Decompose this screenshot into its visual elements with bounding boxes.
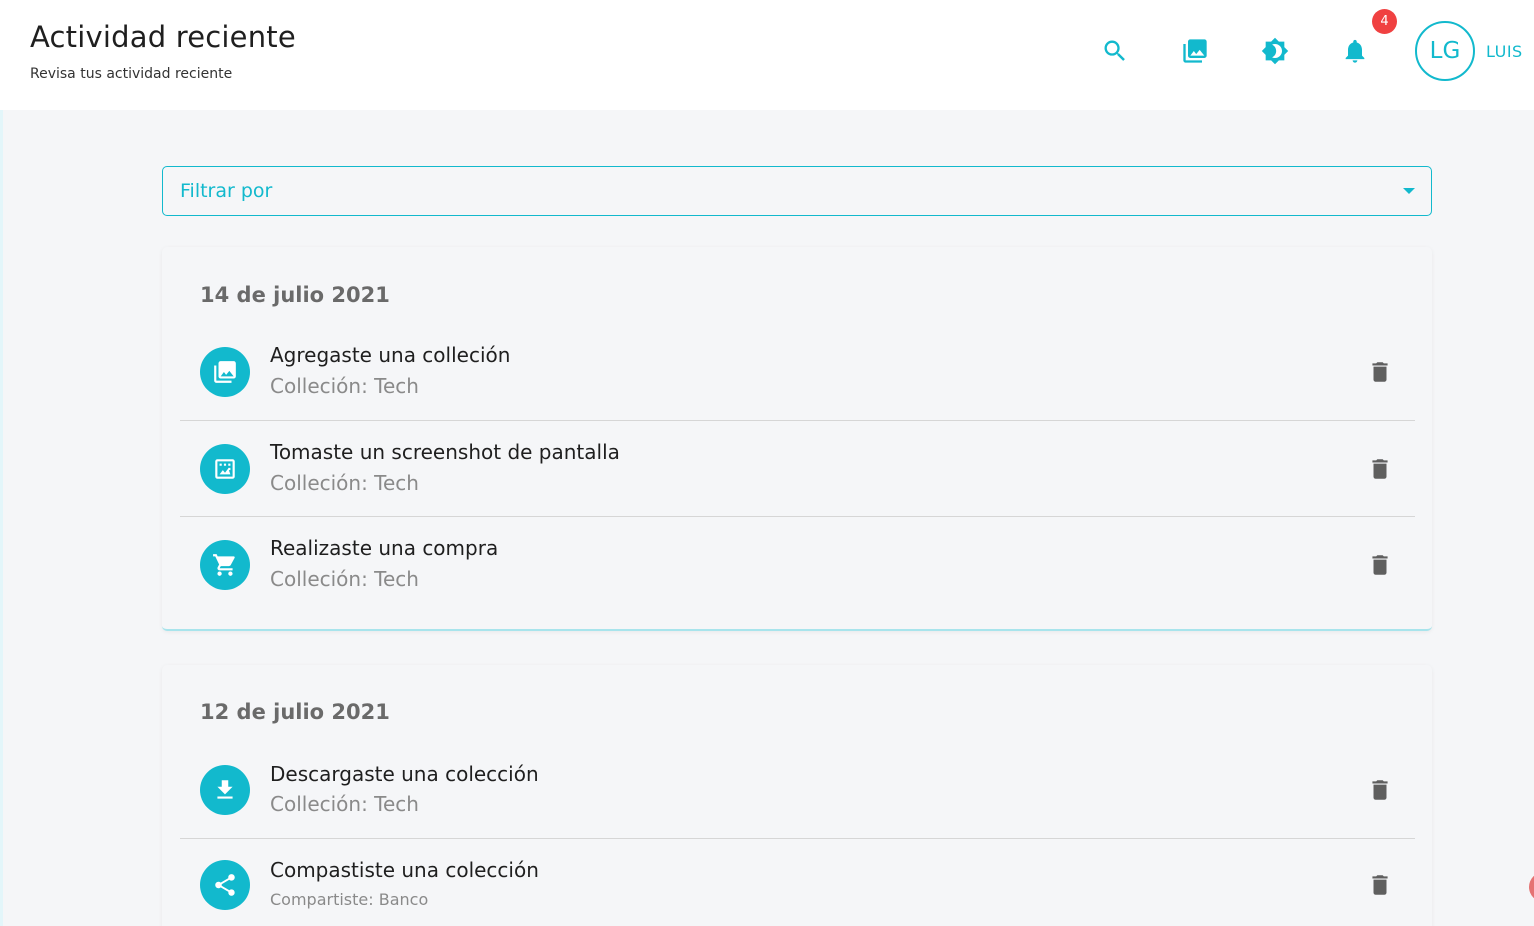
activity-item: Tomaste un screenshot de pantalla Collec…: [180, 420, 1415, 516]
activity-title: Compastiste una colección: [270, 858, 539, 882]
trash-icon[interactable]: [1366, 455, 1394, 483]
activity-group: 12 de julio 2021 Descargaste una colecci…: [162, 665, 1432, 926]
activity-item: Descargaste una colección Colleción: Tec…: [180, 742, 1415, 838]
filter-select-label: Filtrar por: [180, 180, 273, 202]
activity-subtitle: Colleción: Tech: [270, 471, 419, 495]
dropdown-arrow-icon: [1403, 188, 1415, 194]
download-icon: [200, 765, 250, 815]
cart-icon: [200, 540, 250, 590]
activity-subtitle: Colleción: Tech: [270, 567, 419, 591]
activity-title: Realizaste una compra: [270, 536, 499, 560]
activity-item: Agregaste una colleción Colleción: Tech: [180, 324, 1415, 420]
screenshot-icon: [200, 444, 250, 494]
avatar[interactable]: LG: [1415, 21, 1475, 81]
group-date: 12 de julio 2021: [200, 700, 390, 724]
top-bar: Actividad reciente Revisa tus actividad …: [0, 0, 1534, 110]
collections-icon: [200, 347, 250, 397]
search-icon[interactable]: [1098, 34, 1132, 68]
brightness-icon[interactable]: [1258, 34, 1292, 68]
trash-icon[interactable]: [1366, 358, 1394, 386]
activity-group: 14 de julio 2021 Agregaste una colleción…: [162, 247, 1432, 631]
share-icon: [200, 860, 250, 910]
page-left-edge: [0, 0, 3, 926]
activity-subtitle: Colleción: Tech: [270, 374, 419, 398]
group-date: 14 de julio 2021: [200, 283, 390, 307]
activity-title: Descargaste una colección: [270, 762, 539, 786]
activity-subtitle: Compartiste: Banco: [270, 890, 429, 909]
trash-icon[interactable]: [1366, 871, 1394, 899]
username-label[interactable]: LUIS: [1486, 42, 1523, 61]
trash-icon[interactable]: [1366, 551, 1394, 579]
trash-icon[interactable]: [1366, 776, 1394, 804]
activity-title: Agregaste una colleción: [270, 343, 511, 367]
notification-badge: 4: [1372, 9, 1397, 34]
activity-item: Realizaste una compra Colleción: Tech: [180, 516, 1415, 612]
activity-title: Tomaste un screenshot de pantalla: [270, 440, 620, 464]
activity-subtitle: Colleción: Tech: [270, 792, 419, 816]
page-title: Actividad reciente: [30, 20, 296, 54]
activity-item: Compastiste una colección Compartiste: B…: [180, 838, 1415, 926]
collections-icon[interactable]: [1178, 34, 1212, 68]
bell-icon[interactable]: [1338, 34, 1372, 68]
page-subtitle: Revisa tus actividad reciente: [30, 66, 233, 82]
filter-select[interactable]: Filtrar por: [162, 166, 1432, 216]
floating-action-button[interactable]: [1529, 872, 1534, 902]
